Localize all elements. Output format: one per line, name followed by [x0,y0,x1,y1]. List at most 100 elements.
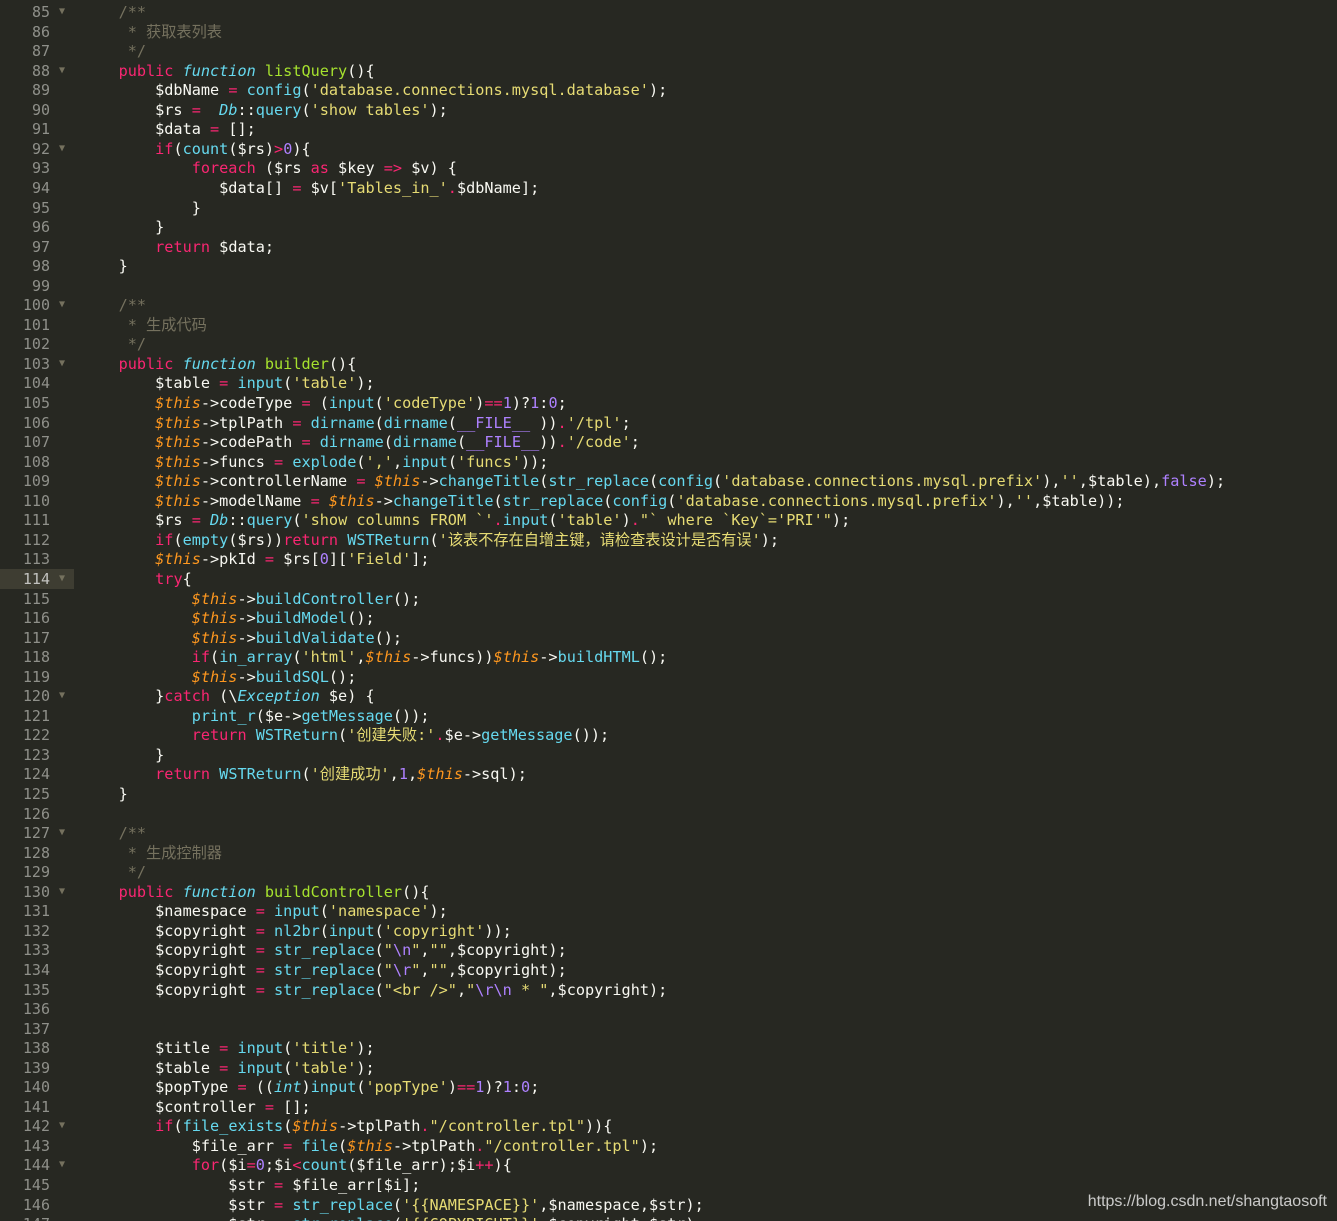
code-line[interactable]: 135 $copyright = str_replace("<br />","\… [0,980,1337,1000]
fold-triangle-icon[interactable]: ▼ [56,2,68,22]
code-token: Db [210,100,238,119]
code-line[interactable]: 133 $copyright = str_replace("\n","",$co… [0,940,1337,960]
code-line[interactable]: 93 foreach ($rs as $key => $v) { [0,158,1337,178]
fold-triangle-icon[interactable]: ▼ [56,295,68,315]
code-line[interactable]: 129 */ [0,862,1337,882]
code-line[interactable]: 119 $this->buildSQL(); [0,667,1337,687]
code-line[interactable]: 136 [0,999,1337,1019]
code-token: ){ [493,1156,512,1175]
code-line[interactable]: 127 ▼ /** [0,823,1337,843]
code-line[interactable]: 134 $copyright = str_replace("\r","",$co… [0,960,1337,980]
code-line[interactable]: 99 [0,276,1337,296]
code-line[interactable]: 103 ▼ public function builder(){ [0,354,1337,374]
code-line[interactable]: 91 $data = []; [0,119,1337,139]
code-line[interactable]: 107 $this->codePath = dirname(dirname(__… [0,432,1337,452]
code-line[interactable]: 139 $table = input('table'); [0,1058,1337,1078]
code-line[interactable]: 101 * 生成代码 [0,315,1337,335]
code-line[interactable]: 125 } [0,784,1337,804]
code-line[interactable]: 126 [0,804,1337,824]
code-line[interactable]: 89 $dbName = config('database.connection… [0,80,1337,100]
code-line[interactable]: 94 $data[] = $v['Tables_in_'.$dbName]; [0,178,1337,198]
code-line[interactable]: 102 */ [0,334,1337,354]
code-line[interactable]: 87 */ [0,41,1337,61]
code-line[interactable]: 92 ▼ if(count($rs)>0){ [0,139,1337,159]
code-line[interactable]: 108 $this->funcs = explode(',',input('fu… [0,452,1337,472]
code-line[interactable]: 120 ▼ }catch (\Exception $e) { [0,686,1337,706]
code-token: file [301,1136,339,1155]
code-line[interactable]: 128 * 生成控制器 [0,843,1337,863]
code-line[interactable]: 106 $this->tplPath = dirname(dirname(__F… [0,413,1337,433]
code-line[interactable]: 85 ▼ /** [0,2,1337,22]
code-line[interactable]: 122 return WSTReturn('创建失败:'.$e->getMess… [0,725,1337,745]
line-number: 88 [31,61,50,80]
fold-triangle-icon[interactable]: ▼ [56,686,68,706]
fold-triangle-icon[interactable]: ▼ [56,61,68,81]
code-line[interactable]: 97 return $data; [0,237,1337,257]
code-line[interactable]: 140 $popType = ((int)input('popType')==1… [0,1077,1337,1097]
fold-triangle-icon[interactable]: ▼ [56,569,68,589]
line-number: 112 [22,530,50,549]
code-token: 'title' [292,1039,357,1058]
code-line[interactable]: 110 $this->modelName = $this->changeTitl… [0,491,1337,511]
code-token: ( [283,1058,293,1077]
code-line[interactable]: 115 $this->buildController(); [0,589,1337,609]
code-text: */ [82,334,146,354]
code-text: $this->tplPath = dirname(dirname(__FILE_… [82,413,631,433]
code-line[interactable]: 113 $this->pkId = $rs[0]['Field']; [0,549,1337,569]
code-line[interactable]: 121 print_r($e->getMessage()); [0,706,1337,726]
code-token: ), [996,491,1015,510]
fold-triangle-icon[interactable]: ▼ [56,354,68,374]
line-number: 144 [22,1156,50,1175]
code-token: ( [173,1117,183,1136]
code-line[interactable]: 96 } [0,217,1337,237]
code-token: if [155,139,174,158]
code-line[interactable]: 123 } [0,745,1337,765]
fold-triangle-icon[interactable]: ▼ [56,1116,68,1136]
code-line[interactable]: 132 $copyright = nl2br(input('copyright'… [0,921,1337,941]
code-line[interactable]: 138 $title = input('title'); [0,1038,1337,1058]
code-line[interactable]: 124 return WSTReturn('创建成功',1,$this->sql… [0,764,1337,784]
code-line[interactable]: 98 } [0,256,1337,276]
code-token: buildController [264,882,403,901]
line-number: 108 [22,452,50,471]
code-editor[interactable]: 85 ▼ /** 86 * 获取表列表 87 */88 ▼ public functio… [0,0,1337,1221]
code-line[interactable]: 88 ▼ public function listQuery(){ [0,61,1337,81]
code-line[interactable]: 147 $str = str_replace('{{COPYRIGHT}}',$… [0,1214,1337,1221]
fold-triangle-icon[interactable]: ▼ [56,139,68,159]
code-line[interactable]: 112 if(empty($rs))return WSTReturn('该表不存… [0,530,1337,550]
code-text: $rs = Db::query('show tables'); [82,100,448,120]
code-line[interactable]: 137 [0,1019,1337,1039]
code-token: */ [82,335,147,354]
code-token: '/code' [566,433,631,452]
code-line[interactable]: 118 if(in_array('html',$this->funcs))$th… [0,647,1337,667]
code-line[interactable]: 131 $namespace = input('namespace'); [0,901,1337,921]
code-line[interactable]: 116 $this->buildModel(); [0,608,1337,628]
code-line[interactable]: 143 $file_arr = file($this->tplPath."/co… [0,1136,1337,1156]
code-token: . [420,1117,430,1136]
code-token: nl2br [274,921,320,940]
code-line[interactable]: 142 ▼ if(file_exists($this->tplPath."/con… [0,1116,1337,1136]
code-line[interactable]: 95 } [0,198,1337,218]
fold-triangle-icon[interactable]: ▼ [56,823,68,843]
code-line[interactable]: 105 $this->codeType = (input('codeType')… [0,393,1337,413]
code-line[interactable]: 104 $table = input('table'); [0,373,1337,393]
code-line[interactable]: 145 $str = $file_arr[$i]; [0,1175,1337,1195]
code-line[interactable]: 100 ▼ /** [0,295,1337,315]
fold-triangle-icon[interactable]: ▼ [56,1155,68,1175]
code-token: 'show columns FROM `' [301,511,494,530]
code-text: /** [82,823,146,843]
fold-triangle-icon[interactable]: ▼ [56,882,68,902]
code-line[interactable]: 130 ▼ public function buildController(){ [0,882,1337,902]
code-line[interactable]: 141 $controller = []; [0,1097,1337,1117]
code-line[interactable]: 111 $rs = Db::query('show columns FROM `… [0,510,1337,530]
code-line[interactable]: 114 ▼ try{ [0,568,1337,589]
code-text: $popType = ((int)input('popType')==1)?1:… [82,1077,539,1097]
code-line[interactable]: 117 $this->buildValidate(); [0,628,1337,648]
code-token: * 获取表列表 [82,22,222,41]
code-line[interactable]: 109 $this->controllerName = $this->chang… [0,471,1337,491]
code-line[interactable]: 86 * 获取表列表 [0,22,1337,42]
code-line[interactable]: 90 $rs = Db::query('show tables'); [0,100,1337,120]
code-line[interactable]: 144 ▼ for($i=0;$i<count($file_arr);$i++){ [0,1155,1337,1175]
code-token: str_replace [548,472,649,491]
